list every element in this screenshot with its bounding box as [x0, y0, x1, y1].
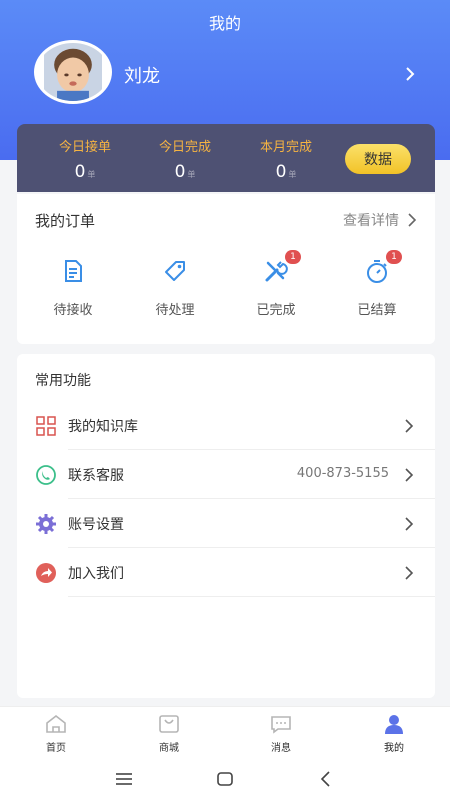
user-name[interactable]: 刘龙: [124, 62, 160, 88]
chevron-right-icon: [405, 419, 414, 433]
function-item-account-settings[interactable]: 账号设置: [17, 499, 435, 548]
stopwatch-icon: 1: [364, 250, 402, 284]
function-label: 加入我们: [68, 566, 124, 582]
functions-card: 常用功能 我的知识库 联系客服 400-873-5155 账号设置 加入我们: [17, 354, 435, 698]
order-item-pending-process[interactable]: 待处理: [135, 258, 215, 318]
stat-today-completed: 今日完成 0单: [135, 136, 235, 182]
tab-mall[interactable]: 商城: [129, 713, 209, 754]
user-icon: [385, 715, 403, 734]
chevron-right-icon: [405, 468, 414, 482]
avatar[interactable]: [34, 40, 112, 104]
profile-chevron-right-icon[interactable]: [400, 62, 420, 86]
tag-icon: [162, 258, 188, 284]
system-navigation-bar: [0, 758, 450, 800]
gear-icon: [36, 514, 56, 534]
stat-unit: 单: [187, 170, 196, 179]
message-icon: [271, 716, 291, 734]
order-item-settled[interactable]: 1 已结算: [337, 250, 417, 318]
order-badge: 1: [386, 250, 402, 264]
bottom-tab-bar: 首页 商城 消息 我的: [0, 706, 450, 758]
order-item-completed[interactable]: 1 已完成: [236, 250, 316, 318]
tab-home[interactable]: 首页: [16, 713, 96, 754]
view-detail-label: 查看详情: [343, 213, 399, 229]
share-icon: [36, 563, 56, 583]
stat-label: 今日完成: [158, 140, 211, 155]
mall-icon: [159, 715, 179, 733]
order-item-pending-receive[interactable]: 待接收: [33, 258, 113, 318]
grid-icon: [36, 416, 56, 436]
order-label: 待接收: [53, 303, 93, 318]
tab-profile[interactable]: 我的: [354, 713, 434, 754]
stat-unit: 单: [288, 170, 297, 179]
back-icon[interactable]: [314, 768, 338, 790]
orders-card: 我的订单 查看详情 待接收 待处理 1 已完成 1 已结算: [17, 194, 435, 344]
function-item-knowledge-base[interactable]: 我的知识库: [17, 401, 435, 450]
tools-icon: 1: [263, 250, 301, 284]
stat-value: 0: [74, 162, 86, 182]
avatar-image: [44, 43, 102, 101]
data-button[interactable]: 数据: [345, 144, 411, 174]
function-label: 我的知识库: [68, 419, 138, 435]
function-label: 账号设置: [68, 517, 124, 533]
stat-unit: 单: [87, 170, 96, 179]
chevron-right-icon: [405, 517, 414, 531]
chevron-right-icon: [408, 213, 417, 227]
stat-month-completed: 本月完成 0单: [236, 136, 336, 182]
tab-label: 首页: [46, 743, 66, 754]
function-item-customer-service[interactable]: 联系客服 400-873-5155: [17, 450, 435, 499]
functions-title: 常用功能: [35, 373, 91, 389]
stat-label: 今日接单: [58, 140, 111, 155]
tab-messages[interactable]: 消息: [241, 713, 321, 754]
orders-title: 我的订单: [35, 212, 96, 230]
function-label: 联系客服: [68, 468, 124, 484]
view-detail-link[interactable]: 查看详情: [343, 210, 417, 230]
document-icon: [60, 258, 86, 284]
home-button-icon[interactable]: [213, 768, 237, 790]
stat-label: 本月完成: [259, 140, 312, 155]
stat-today-received: 今日接单 0单: [35, 136, 135, 182]
tab-label: 消息: [271, 743, 291, 754]
home-icon: [46, 714, 66, 733]
order-badge: 1: [285, 250, 301, 264]
page-title: 我的: [208, 14, 241, 33]
chevron-right-icon: [405, 566, 414, 580]
order-label: 待处理: [155, 303, 195, 318]
stat-value: 0: [174, 162, 186, 182]
tab-label: 我的: [384, 743, 404, 754]
phone-icon: [36, 465, 56, 485]
stats-card: 今日接单 0单 今日完成 0单 本月完成 0单 数据: [17, 124, 435, 192]
stat-value: 0: [275, 162, 287, 182]
order-label: 已结算: [357, 303, 397, 318]
menu-icon[interactable]: [112, 768, 136, 790]
phone-number: 400-873-5155: [296, 466, 389, 481]
function-item-join-us[interactable]: 加入我们: [17, 548, 435, 597]
divider: [68, 596, 435, 597]
tab-label: 商城: [159, 743, 179, 754]
order-label: 已完成: [256, 303, 296, 318]
